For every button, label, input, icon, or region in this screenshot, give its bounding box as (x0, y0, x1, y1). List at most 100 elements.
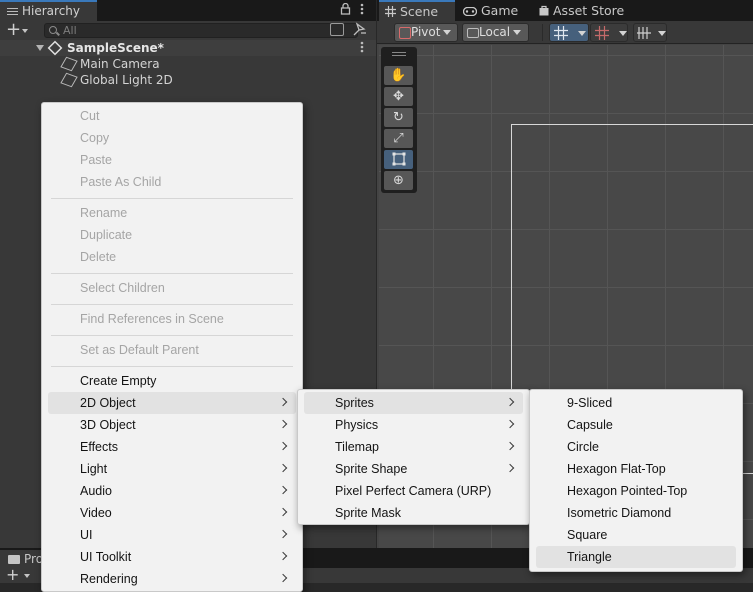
menu-item-isometric-diamond[interactable]: Isometric Diamond (536, 502, 736, 524)
hand-tool-icon[interactable]: ✋ (384, 66, 413, 85)
search-icon (49, 26, 57, 34)
menu-item-label: Light (80, 462, 108, 476)
menu-item-delete[interactable]: Delete (48, 246, 296, 268)
dropdown-caret-icon (578, 31, 586, 36)
menu-item-2d-object[interactable]: 2D Object (48, 392, 296, 414)
menu-item-ui-toolkit[interactable]: UI Toolkit (48, 546, 296, 568)
palette-handle[interactable] (392, 52, 406, 53)
scene-visibility-icon[interactable] (352, 21, 372, 39)
expand-arrow-icon[interactable] (36, 45, 44, 51)
bag-icon (539, 1, 549, 22)
menu-item-create-empty[interactable]: Create Empty (48, 370, 296, 392)
align-button[interactable] (633, 23, 667, 42)
menu-item-label: Effects (80, 440, 118, 454)
object-label: Main Camera (80, 57, 160, 71)
chevron-right-icon (505, 441, 515, 451)
tab-game[interactable]: Game (457, 0, 529, 21)
tab-scene-label: Scene (400, 4, 439, 19)
menu-item-label: Physics (335, 418, 379, 432)
tab-asset-store[interactable]: Asset Store (533, 0, 633, 21)
menu-item-label: Audio (80, 484, 112, 498)
menu-item-audio[interactable]: Audio (48, 480, 296, 502)
menu-item-label: 2D Object (80, 396, 136, 410)
menu-item-effects[interactable]: Effects (48, 436, 296, 458)
menu-item-sprites[interactable]: Sprites (304, 392, 523, 414)
unity-scene-icon (47, 40, 63, 56)
local-space-icon (467, 27, 479, 38)
menu-item-pixel-perfect-camera[interactable]: Pixel Perfect Camera (URP) (304, 480, 523, 502)
menu-item-video[interactable]: Video (48, 502, 296, 524)
menu-item-duplicate[interactable]: Duplicate (48, 224, 296, 246)
menu-separator (51, 273, 293, 274)
scene-name: SampleScene* (67, 41, 164, 55)
transform-tool-icon[interactable]: ⊕ (384, 171, 413, 190)
increment-snap-button[interactable] (590, 23, 628, 42)
rect-tool-icon[interactable] (384, 150, 413, 169)
pivot-dropdown[interactable]: Pivot (394, 23, 458, 42)
menu-item-label: Sprites (335, 396, 374, 410)
chevron-right-icon (505, 419, 515, 429)
menu-item-set-default-parent[interactable]: Set as Default Parent (48, 339, 296, 361)
local-label: Local (479, 25, 511, 39)
chevron-right-icon (278, 529, 288, 539)
menu-item-capsule[interactable]: Capsule (536, 414, 736, 436)
more-options-icon[interactable] (360, 2, 364, 19)
menu-item-hexagon-flat-top[interactable]: Hexagon Flat-Top (536, 458, 736, 480)
grid-snap-icon (554, 26, 568, 45)
menu-item-physics[interactable]: Physics (304, 414, 523, 436)
hierarchy-item-global-light[interactable]: Global Light 2D (0, 72, 376, 88)
menu-item-light[interactable]: Light (48, 458, 296, 480)
search-filter-icon[interactable] (330, 23, 344, 36)
hierarchy-search[interactable]: All (44, 23, 358, 38)
lock-icon[interactable] (340, 2, 351, 18)
pivot-icon (399, 26, 411, 39)
increment-snap-icon (595, 26, 609, 45)
menu-item-ui[interactable]: UI (48, 524, 296, 546)
menu-item-3d-object[interactable]: 3D Object (48, 414, 296, 436)
hierarchy-item-main-camera[interactable]: Main Camera (0, 56, 376, 72)
menu-item-triangle[interactable]: Triangle (536, 546, 736, 568)
menu-item-sprite-shape[interactable]: Sprite Shape (304, 458, 523, 480)
chevron-right-icon (278, 507, 288, 517)
move-tool-icon[interactable]: ✥ (384, 87, 413, 106)
scene-row[interactable]: SampleScene* (0, 40, 376, 56)
menu-item-sprite-mask[interactable]: Sprite Mask (304, 502, 523, 524)
chevron-right-icon (278, 573, 288, 583)
align-icon (637, 26, 651, 45)
dropdown-caret-icon (24, 574, 30, 578)
menu-item-label: Video (80, 506, 112, 520)
menu-item-hexagon-pointed-top[interactable]: Hexagon Pointed-Top (536, 480, 736, 502)
scale-tool-icon[interactable]: ⤢ (384, 129, 413, 148)
tab-scene[interactable]: Scene (379, 0, 455, 21)
menu-item-rendering[interactable]: Rendering (48, 568, 296, 590)
menu-item-label: UI (80, 528, 93, 542)
local-dropdown[interactable]: Local (462, 23, 529, 42)
grid-snap-button[interactable] (549, 23, 589, 42)
add-object-button[interactable]: + (4, 19, 34, 40)
tab-hierarchy[interactable]: Hierarchy (0, 0, 97, 21)
hierarchy-tab-label: Hierarchy (22, 4, 81, 18)
menu-item-find-references[interactable]: Find References in Scene (48, 308, 296, 330)
menu-item-copy[interactable]: Copy (48, 127, 296, 149)
chevron-right-icon (278, 397, 288, 407)
chevron-right-icon (278, 419, 288, 429)
menu-item-tilemap[interactable]: Tilemap (304, 436, 523, 458)
menu-item-paste[interactable]: Paste (48, 149, 296, 171)
menu-separator (51, 198, 293, 199)
menu-item-cut[interactable]: Cut (48, 105, 296, 127)
dropdown-caret-icon (443, 30, 452, 35)
folder-icon (8, 555, 20, 564)
toolbar-divider (542, 24, 543, 41)
pivot-label: Pivot (411, 25, 441, 39)
menu-item-9-sliced[interactable]: 9-Sliced (536, 392, 736, 414)
palette-handle-line (392, 55, 406, 56)
menu-item-circle[interactable]: Circle (536, 436, 736, 458)
plus-icon[interactable]: + (6, 565, 19, 584)
menu-item-paste-as-child[interactable]: Paste As Child (48, 171, 296, 193)
rotate-tool-icon[interactable]: ↻ (384, 108, 413, 127)
plus-icon: + (6, 19, 22, 40)
menu-item-select-children[interactable]: Select Children (48, 277, 296, 299)
menu-item-rename[interactable]: Rename (48, 202, 296, 224)
chevron-right-icon (278, 463, 288, 473)
menu-item-square[interactable]: Square (536, 524, 736, 546)
